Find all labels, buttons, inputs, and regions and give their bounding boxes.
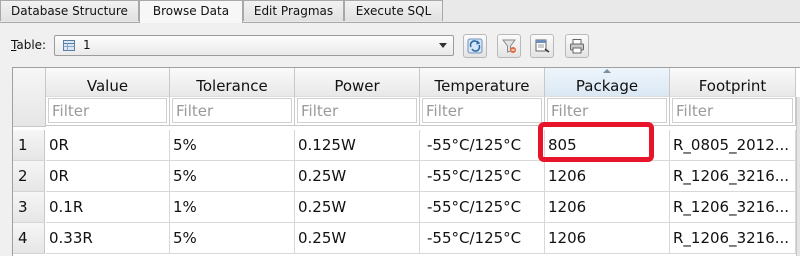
cell-temperature[interactable]: -55°C/125°C xyxy=(420,130,545,161)
column-header-footprint[interactable]: Footprint xyxy=(670,68,796,97)
cell-value[interactable]: 0R xyxy=(46,130,170,161)
filter-cell-temperature xyxy=(420,97,545,126)
filter-input-footprint[interactable] xyxy=(672,98,793,123)
row-header[interactable]: 3 xyxy=(13,192,45,223)
filter-input-package[interactable] xyxy=(547,98,667,123)
column-header-temperature[interactable]: Temperature xyxy=(420,68,545,97)
table-select[interactable]: 1 xyxy=(54,35,454,56)
chevron-down-icon[interactable] xyxy=(439,43,447,48)
filter-input-tolerance[interactable] xyxy=(172,98,292,123)
table-label: Table: xyxy=(11,38,47,52)
row-header[interactable]: 4 xyxy=(13,223,45,254)
data-grid: Value Tolerance Power Temperature Packag… xyxy=(12,67,800,256)
cell-package[interactable]: 1206 xyxy=(545,161,670,192)
browse-toolbar: Table: 1 xyxy=(0,23,800,63)
filter-cell-footprint xyxy=(670,97,796,126)
grid-scroll-edge[interactable] xyxy=(796,97,800,256)
column-header-value[interactable]: Value xyxy=(46,68,170,97)
cell-temperature[interactable]: -55°C/125°C xyxy=(420,161,545,192)
cell-temperature[interactable]: -55°C/125°C xyxy=(420,192,545,223)
cell-power[interactable]: 0.25W xyxy=(295,223,420,254)
cell-power[interactable]: 0.25W xyxy=(295,192,420,223)
table-select-value: 1 xyxy=(83,38,91,52)
print-preview-button[interactable] xyxy=(530,34,554,58)
cell-package[interactable]: 1206 xyxy=(545,192,670,223)
filter-input-value[interactable] xyxy=(48,98,167,123)
cell-tolerance[interactable]: 5% xyxy=(170,130,295,161)
print-icon xyxy=(570,39,584,54)
table-icon xyxy=(63,40,75,51)
tab-execute-sql[interactable]: Execute SQL xyxy=(344,0,443,21)
tab-bar: Database Structure Browse Data Edit Prag… xyxy=(0,0,800,23)
filter-cell-package xyxy=(545,97,670,126)
cell-tolerance[interactable]: 5% xyxy=(170,161,295,192)
cell-value[interactable]: 0.1R xyxy=(46,192,170,223)
cell-footprint[interactable]: R_1206_3216... xyxy=(670,161,796,192)
cell-value[interactable]: 0.33R xyxy=(46,223,170,254)
cell-power[interactable]: 0.125W xyxy=(295,130,420,161)
filter-input-temperature[interactable] xyxy=(422,98,542,123)
tab-edit-pragmas[interactable]: Edit Pragmas xyxy=(243,0,344,21)
grid-corner[interactable] xyxy=(13,68,46,127)
column-header-package[interactable]: Package xyxy=(545,68,670,97)
clear-filters-icon xyxy=(502,39,516,53)
cell-footprint[interactable]: R_0805_2012... xyxy=(670,130,796,161)
print-preview-icon xyxy=(535,39,550,53)
filter-input-power[interactable] xyxy=(297,98,417,123)
filter-cell-value xyxy=(46,97,170,126)
tab-browse-data[interactable]: Browse Data xyxy=(139,0,243,23)
filter-cell-power xyxy=(295,97,420,126)
column-header-power[interactable]: Power xyxy=(295,68,420,97)
print-button[interactable] xyxy=(565,34,589,58)
cell-power[interactable]: 0.25W xyxy=(295,161,420,192)
refresh-icon xyxy=(467,38,483,54)
cell-temperature[interactable]: -55°C/125°C xyxy=(420,223,545,254)
cell-package[interactable]: 1206 xyxy=(545,223,670,254)
clear-filters-button[interactable] xyxy=(497,34,521,58)
column-header-package-label: Package xyxy=(575,77,639,95)
tab-database-structure[interactable]: Database Structure xyxy=(0,0,139,21)
filter-cell-tolerance xyxy=(170,97,295,126)
cell-tolerance[interactable]: 5% xyxy=(170,223,295,254)
cell-package[interactable]: 805 xyxy=(545,130,670,161)
column-header-tolerance[interactable]: Tolerance xyxy=(170,68,295,97)
row-header[interactable]: 1 xyxy=(13,130,45,161)
cell-tolerance[interactable]: 1% xyxy=(170,192,295,223)
cell-footprint[interactable]: R_1206_3216... xyxy=(670,192,796,223)
refresh-button[interactable] xyxy=(463,34,487,58)
cell-value[interactable]: 0R xyxy=(46,161,170,192)
row-header[interactable]: 2 xyxy=(13,161,45,192)
sort-ascending-icon xyxy=(603,69,611,73)
cell-footprint[interactable]: R_1206_3216... xyxy=(670,223,796,254)
